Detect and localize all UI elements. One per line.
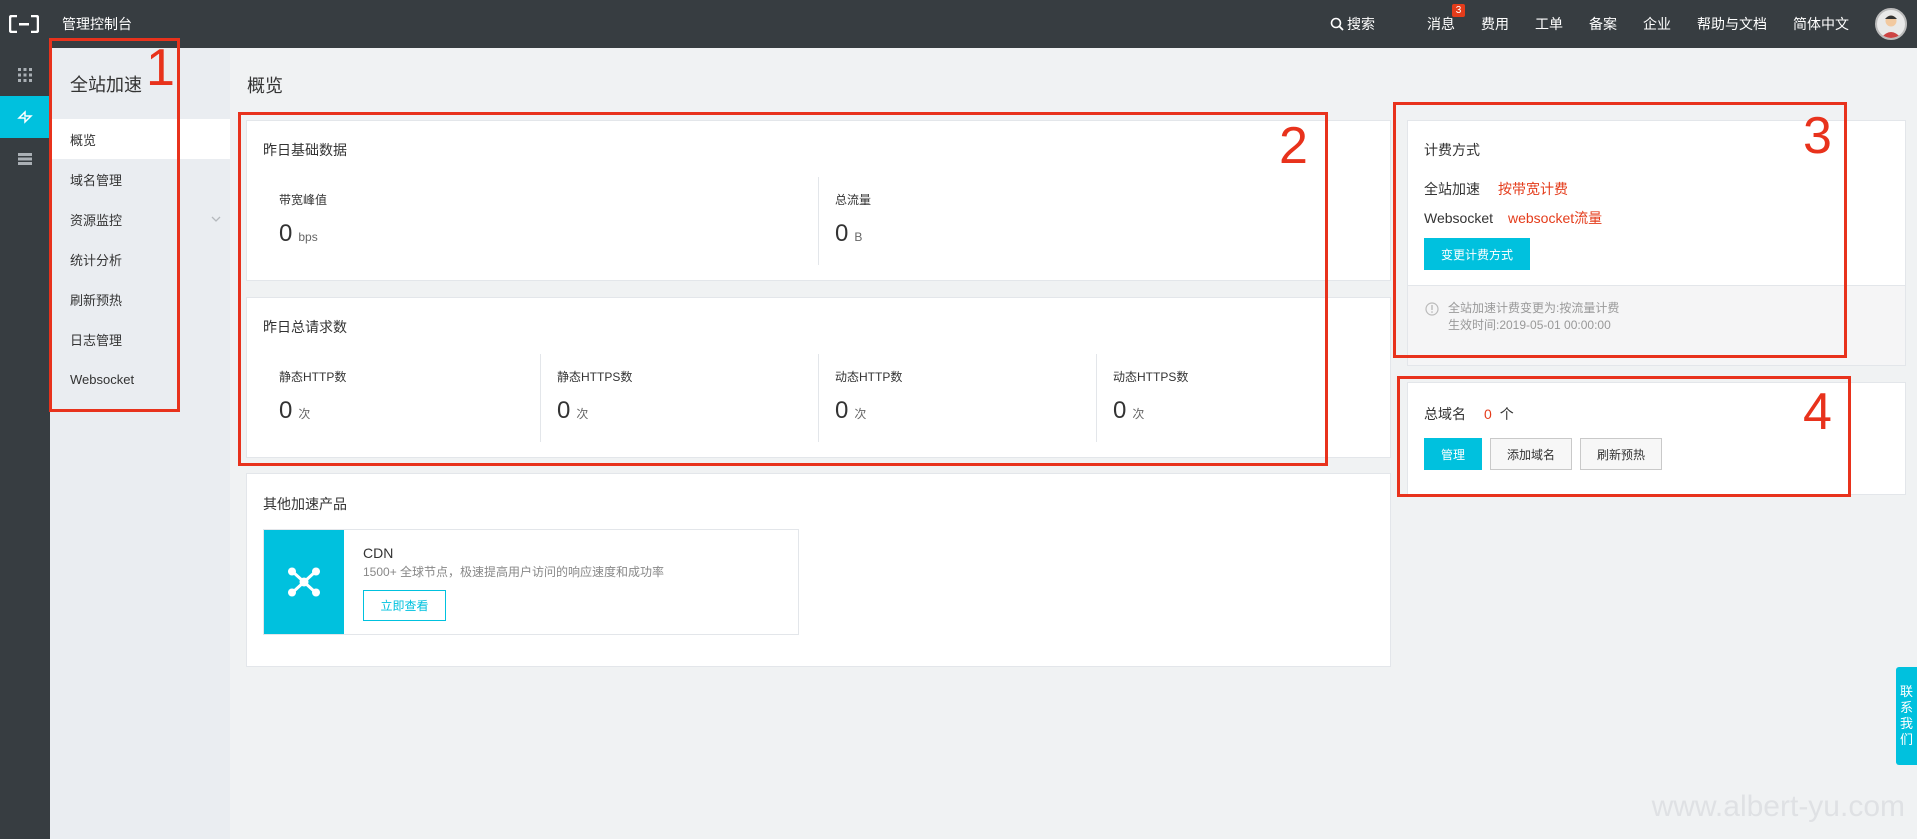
tickets-link[interactable]: 工单 [1535, 14, 1563, 34]
console-title[interactable]: 管理控制台 [62, 14, 132, 34]
annotation-box-2 [238, 112, 1328, 466]
search-label: 搜索 [1347, 16, 1375, 32]
avatar[interactable] [1875, 8, 1907, 40]
view-cdn-button[interactable]: 立即查看 [363, 590, 446, 621]
contact-char: 系 [1899, 700, 1913, 715]
rail-dcdn-button[interactable] [0, 96, 50, 138]
aliyun-logo-icon[interactable] [0, 0, 48, 48]
dcdn-icon [17, 110, 33, 124]
watermark: www.albert-yu.com [1651, 790, 1905, 823]
page-title: 概览 [247, 76, 283, 96]
rail-list-button[interactable] [0, 138, 50, 180]
cdn-product-description: 1500+ 全球节点，极速提高用户访问的响应速度和成功率 [363, 565, 665, 579]
annotation-box-3 [1393, 102, 1847, 358]
messages-label: 消息 [1427, 16, 1455, 32]
contact-char: 我 [1899, 716, 1913, 731]
annotation-number-4: 4 [1803, 383, 1832, 441]
user-avatar-icon [1881, 15, 1901, 38]
search-button[interactable]: 搜索 [1330, 14, 1375, 34]
rail-products-button[interactable] [0, 54, 50, 96]
messages-button[interactable]: 消息 3 [1427, 4, 1465, 34]
contact-us-tab[interactable]: 联 系 我 们 [1896, 667, 1917, 765]
language-switch[interactable]: 简体中文 [1793, 14, 1849, 34]
list-icon [18, 153, 32, 165]
product-rail [0, 48, 50, 839]
card-title: 其他加速产品 [263, 496, 347, 512]
annotation-box-4 [1397, 376, 1851, 497]
network-nodes-icon [288, 567, 320, 597]
help-link[interactable]: 帮助与文档 [1697, 14, 1767, 34]
contact-char: 们 [1899, 732, 1913, 747]
cdn-product-icon [264, 530, 344, 634]
annotation-number-2: 2 [1279, 117, 1308, 175]
top-nav: 搜索 消息 3 费用 工单 备案 企业 帮助与文档 简体中文 [1330, 0, 1917, 48]
annotation-number-1: 1 [146, 39, 175, 97]
icp-link[interactable]: 备案 [1589, 14, 1617, 34]
contact-char: 联 [1899, 684, 1913, 699]
messages-badge: 3 [1452, 4, 1465, 17]
fees-link[interactable]: 费用 [1481, 14, 1509, 34]
search-icon [1330, 17, 1344, 31]
chevron-down-icon [211, 216, 221, 222]
cdn-product-name: CDN [363, 545, 394, 561]
enterprise-link[interactable]: 企业 [1643, 14, 1671, 34]
annotation-number-3: 3 [1803, 107, 1832, 165]
top-bar: 管理控制台 搜索 消息 3 费用 工单 备案 企业 帮助与文档 简体中文 [0, 0, 1917, 48]
grid-icon [18, 68, 32, 82]
cdn-product-box: CDN 1500+ 全球节点，极速提高用户访问的响应速度和成功率 立即查看 [263, 529, 799, 635]
